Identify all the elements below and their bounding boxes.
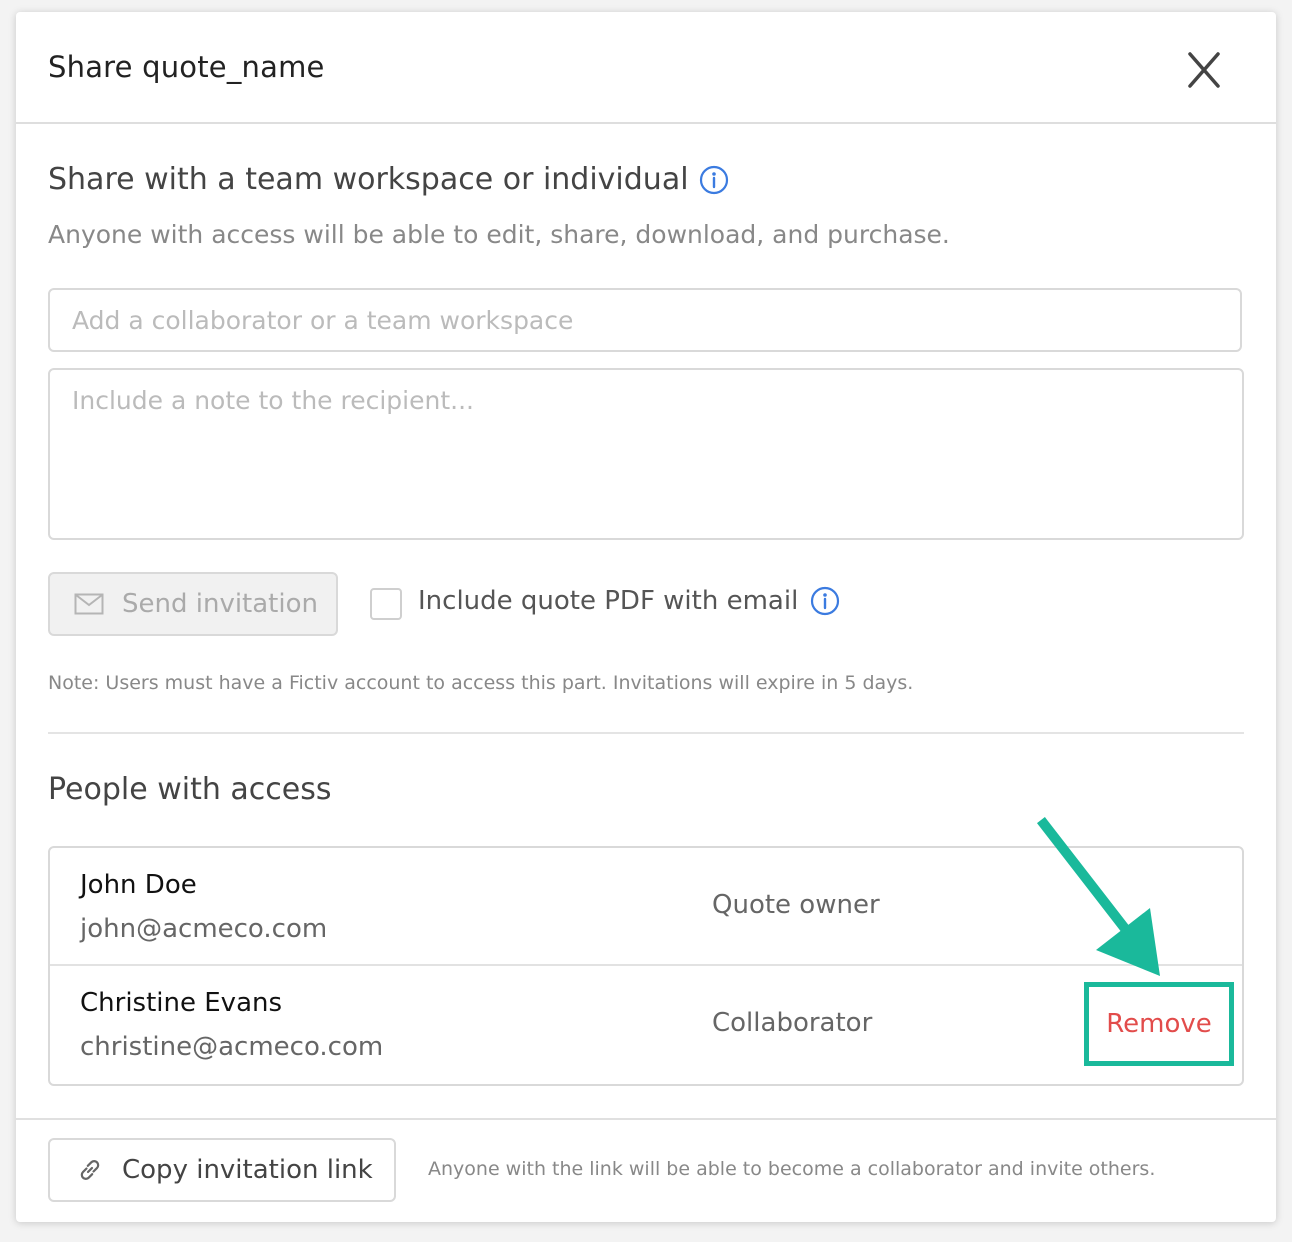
dialog-header: Share quote_name (16, 12, 1276, 124)
link-icon (80, 1160, 100, 1180)
include-pdf-label: Include quote PDF with email (418, 586, 799, 616)
person-row: Christine Evans christine@acmeco.com Col… (50, 966, 1242, 1084)
copy-invitation-link-label: Copy invitation link (122, 1155, 373, 1185)
share-subtitle: Anyone with access will be able to edit,… (48, 220, 950, 249)
info-icon[interactable] (810, 586, 840, 616)
people-section-title: People with access (48, 772, 332, 807)
share-section-title: Share with a team workspace or individua… (48, 162, 729, 197)
close-icon (1188, 52, 1220, 88)
expiry-note: Note: Users must have a Fictiv account t… (48, 672, 914, 694)
close-button[interactable] (1180, 48, 1228, 92)
person-email: john@acmeco.com (80, 914, 328, 944)
person-name: Christine Evans (80, 988, 283, 1018)
person-role: Collaborator (712, 1008, 873, 1038)
send-invitation-button[interactable]: Send invitation (48, 572, 338, 636)
share-dialog: Share quote_name Share with a team works… (16, 12, 1276, 1222)
include-pdf-label-group: Include quote PDF with email (418, 586, 840, 616)
recipient-note-input[interactable] (48, 368, 1244, 540)
share-section-title-text: Share with a team workspace or individua… (48, 162, 689, 197)
copy-link-note: Anyone with the link will be able to bec… (428, 1158, 1156, 1180)
copy-invitation-link-button[interactable]: Copy invitation link (48, 1138, 396, 1202)
include-pdf-checkbox[interactable] (370, 588, 402, 620)
person-email: christine@acmeco.com (80, 1032, 384, 1062)
footer-divider (16, 1118, 1276, 1120)
dialog-title: Share quote_name (48, 50, 325, 84)
collaborator-input[interactable] (48, 288, 1242, 352)
people-list: John Doe john@acmeco.com Quote owner Chr… (48, 846, 1244, 1086)
send-invitation-label: Send invitation (122, 589, 318, 619)
remove-collaborator-button[interactable]: Remove (1084, 982, 1234, 1066)
mail-icon (74, 593, 104, 615)
section-divider (48, 732, 1244, 734)
info-icon[interactable] (699, 165, 729, 195)
person-row: John Doe john@acmeco.com Quote owner (50, 848, 1242, 966)
person-name: John Doe (80, 870, 197, 900)
person-role: Quote owner (712, 890, 880, 920)
